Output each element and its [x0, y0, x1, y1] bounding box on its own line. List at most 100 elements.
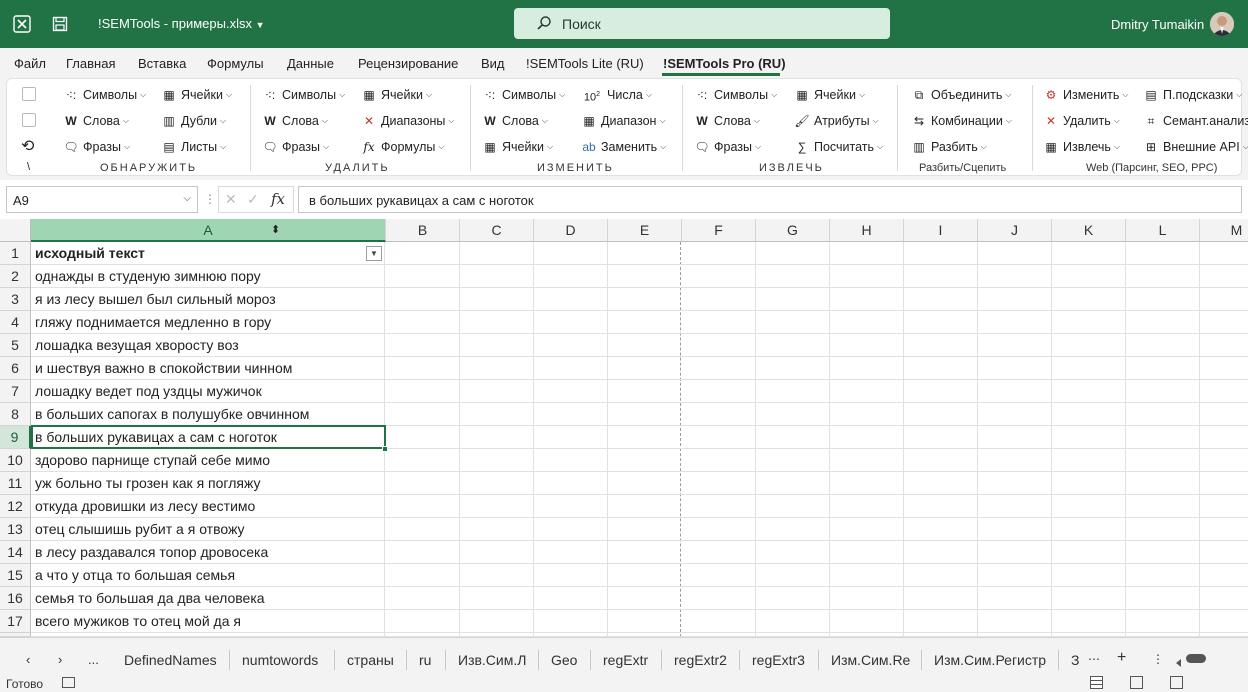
checkbox-icon[interactable] [22, 87, 36, 101]
header-cell[interactable]: исходный текст [31, 242, 385, 265]
row-header[interactable]: 6 [0, 357, 31, 380]
sheet-tab-izv-sim-l[interactable]: Изв.Сим.Л [458, 652, 526, 668]
formula-input[interactable]: в больших рукавицах а сам с ноготок [298, 186, 1242, 213]
more-options-icon[interactable]: ⋮ [204, 192, 216, 206]
save-icon[interactable] [50, 14, 70, 34]
remove-phrases-button[interactable]: 🗨 Фразы ⌵ [262, 140, 329, 154]
sheet-tab-regextr2[interactable]: regExtr2 [674, 652, 727, 668]
extract-symbols-button[interactable]: ⁖: Символы ⌵ [694, 88, 777, 102]
cell[interactable]: всего мужиков то отец мой да я [31, 610, 385, 633]
row-header[interactable]: 17 [0, 610, 31, 633]
detect-cells-button[interactable]: ▦ Ячейки ⌵ [161, 88, 232, 102]
count-button[interactable]: ∑ Посчитать ⌵ [794, 140, 883, 154]
cell[interactable]: однажды в студеную зимнюю пору [31, 265, 385, 288]
insert-function-button[interactable]: fx [271, 190, 285, 208]
sheet-tab-numtowords[interactable]: numtowords [242, 652, 318, 668]
web-extract-button[interactable]: ▦ Извлечь ⌵ [1043, 140, 1120, 154]
filter-dropdown-icon[interactable]: ▼ [366, 246, 382, 261]
row-header[interactable]: 5 [0, 334, 31, 357]
checkbox-icon[interactable] [22, 113, 36, 127]
column-header-l[interactable]: L [1126, 219, 1200, 242]
column-header-k[interactable]: K [1052, 219, 1126, 242]
column-header-j[interactable]: J [978, 219, 1052, 242]
change-numbers-button[interactable]: 102 Числа ⌵ [581, 88, 652, 104]
web-change-button[interactable]: ⚙ Изменить ⌵ [1043, 88, 1129, 102]
cell[interactable]: и шествуя важно в спокойствии чинном [31, 357, 385, 380]
tab-semtools-lite[interactable]: !SEMTools Lite (RU) [526, 56, 644, 71]
cell[interactable]: лошадку ведет под уздцы мужичок [31, 380, 385, 403]
avatar[interactable] [1210, 12, 1234, 36]
search-suggestions-button[interactable]: ▤ П.подсказки ⌵ [1143, 88, 1242, 102]
tab-review[interactable]: Рецензирование [358, 56, 458, 71]
detect-duplicates-button[interactable]: ▥ Дубли ⌵ [161, 114, 226, 128]
sheet-tab-definednames[interactable]: DefinedNames [124, 652, 217, 668]
tab-semtools-pro[interactable]: !SEMTools Pro (RU) [663, 56, 786, 71]
sheet-tab-geo[interactable]: Geo [551, 652, 577, 668]
undo-icon[interactable]: ⟲ [21, 136, 34, 156]
dialog-launcher-icon[interactable]: \ [27, 161, 30, 173]
hscroll-left-arrow[interactable] [1175, 655, 1183, 667]
row-header[interactable]: 13 [0, 518, 31, 541]
cell[interactable]: отец слышишь рубит а я отвожу [31, 518, 385, 541]
user-name[interactable]: Dmitry Tumaikin [1111, 17, 1204, 32]
row-header[interactable]: 12 [0, 495, 31, 518]
web-remove-button[interactable]: ✕ Удалить ⌵ [1043, 114, 1120, 128]
search-box[interactable]: Поиск [514, 8, 890, 39]
row-header-selected[interactable]: 9 [0, 426, 31, 449]
cell[interactable]: семья то большая да два человека [31, 587, 385, 610]
worksheet-grid[interactable]: A ⬍ B C D E F G H I J K L M 1 исходный те… [0, 219, 1248, 637]
tab-insert[interactable]: Вставка [138, 56, 186, 71]
cancel-icon[interactable]: ✕ [225, 191, 237, 208]
tab-home[interactable]: Главная [66, 56, 115, 71]
cell[interactable]: лошадка везущая хворосту воз [31, 334, 385, 357]
more-options-icon[interactable]: ⋮ [1152, 652, 1164, 666]
cell[interactable]: уж больно ты грозен как я погляжу [31, 472, 385, 495]
sheet-tab-regextr[interactable]: regExtr [603, 652, 648, 668]
more-tabs-icon[interactable]: ⋯ [1088, 652, 1100, 666]
cell[interactable]: а что у отца то большая семья [31, 564, 385, 587]
detect-symbols-button[interactable]: ⁖: Символы ⌵ [63, 88, 146, 102]
column-header-i[interactable]: I [904, 219, 978, 242]
scroll-left-icon[interactable]: ‹ [26, 652, 30, 667]
change-symbols-button[interactable]: ⁖: Символы ⌵ [482, 88, 565, 102]
column-header-h[interactable]: H [830, 219, 904, 242]
sheet-tab-partial[interactable]: З [1071, 652, 1079, 668]
cell[interactable]: здорово парнище ступай себе мимо [31, 449, 385, 472]
tab-view[interactable]: Вид [481, 56, 505, 71]
column-header-e[interactable]: E [608, 219, 682, 242]
check-icon[interactable]: ✓ [247, 191, 259, 208]
change-range-button[interactable]: ▦ Диапазон ⌵ [581, 114, 665, 128]
detect-sheets-button[interactable]: ▤ Листы ⌵ [161, 140, 226, 154]
row-header[interactable]: 1 [0, 242, 31, 265]
macro-record-icon[interactable] [62, 677, 75, 688]
sheet-tab-izm-sim-register[interactable]: Изм.Сим.Регистр [934, 652, 1046, 668]
add-sheet-icon[interactable]: + [1117, 649, 1126, 667]
column-header-a[interactable]: A ⬍ [31, 219, 386, 242]
row-header[interactable]: 2 [0, 265, 31, 288]
extract-words-button[interactable]: W Слова ⌵ [694, 114, 760, 128]
tab-file[interactable]: Файл [14, 56, 46, 71]
sheet-tab-countries[interactable]: страны [347, 652, 394, 668]
remove-symbols-button[interactable]: ⁖: Символы ⌵ [262, 88, 345, 102]
page-break-preview-icon[interactable] [1170, 676, 1183, 689]
extract-phrases-button[interactable]: 🗨 Фразы ⌵ [694, 140, 761, 154]
column-header-f[interactable]: F [682, 219, 756, 242]
row-header[interactable]: 11 [0, 472, 31, 495]
split-button[interactable]: ▥ Разбить ⌵ [911, 140, 986, 154]
extract-cells-button[interactable]: ▦ Ячейки ⌵ [794, 88, 865, 102]
column-header-b[interactable]: B [386, 219, 460, 242]
row-header[interactable]: 3 [0, 288, 31, 311]
detect-phrases-button[interactable]: 🗨 Фразы ⌵ [63, 140, 130, 154]
remove-formulas-button[interactable]: fx Формулы ⌵ [361, 140, 444, 154]
chevron-down-icon[interactable]: ⌵ [183, 193, 191, 204]
row-header[interactable]: 16 [0, 587, 31, 610]
replace-button[interactable]: ab Заменить ⌵ [581, 140, 666, 154]
cell[interactable]: в лесу раздавался топор дровосека [31, 541, 385, 564]
column-header-m[interactable]: M [1200, 219, 1248, 242]
sheet-tab-ru[interactable]: ru [419, 652, 431, 668]
change-cells-button[interactable]: ▦ Ячейки ⌵ [482, 140, 553, 154]
row-header[interactable]: 7 [0, 380, 31, 403]
scroll-right-icon[interactable]: › [58, 652, 62, 667]
page-layout-icon[interactable] [1130, 676, 1143, 689]
cell[interactable]: я из лесу вышел был сильный мороз [31, 288, 385, 311]
